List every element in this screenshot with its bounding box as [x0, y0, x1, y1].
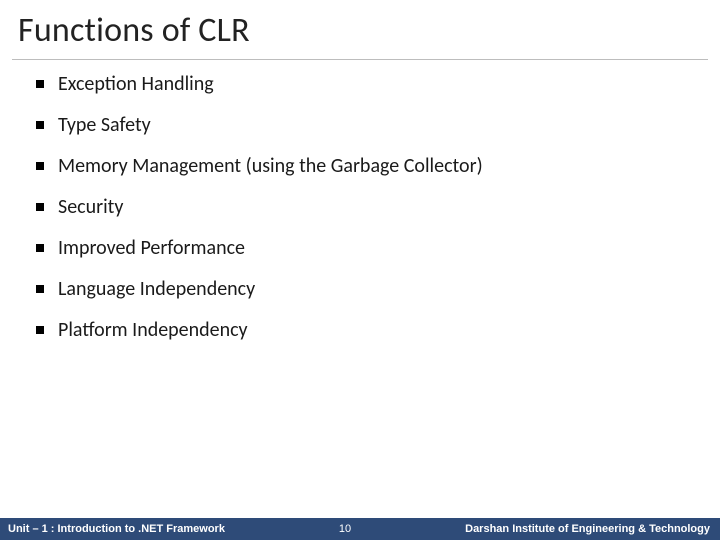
list-item-text: Improved Performance	[58, 236, 245, 261]
list-item: Type Safety	[36, 113, 692, 138]
square-bullet-icon	[36, 285, 44, 293]
list-item: Memory Management (using the Garbage Col…	[36, 154, 692, 179]
list-item: Platform Independency	[36, 318, 692, 343]
list-item: Improved Performance	[36, 236, 692, 261]
square-bullet-icon	[36, 162, 44, 170]
list-item-text: Exception Handling	[58, 72, 214, 97]
page-title: Functions of CLR	[0, 0, 720, 59]
list-item: Exception Handling	[36, 72, 692, 97]
square-bullet-icon	[36, 326, 44, 334]
list-item: Language Independency	[36, 277, 692, 302]
square-bullet-icon	[36, 80, 44, 88]
square-bullet-icon	[36, 203, 44, 211]
slide: Functions of CLR Exception Handling Type…	[0, 0, 720, 540]
square-bullet-icon	[36, 121, 44, 129]
footer-right: Darshan Institute of Engineering & Techn…	[465, 523, 720, 535]
list-item-text: Memory Management (using the Garbage Col…	[58, 154, 483, 179]
footer-page: 10	[225, 523, 465, 535]
list-item-text: Type Safety	[58, 113, 151, 138]
list-item-text: Security	[58, 195, 123, 220]
list-item-text: Platform Independency	[58, 318, 248, 343]
list-item-text: Language Independency	[58, 277, 255, 302]
square-bullet-icon	[36, 244, 44, 252]
footer-left: Unit – 1 : Introduction to .NET Framewor…	[0, 523, 225, 535]
footer-bar: Unit – 1 : Introduction to .NET Framewor…	[0, 518, 720, 540]
list-item: Security	[36, 195, 692, 220]
bullet-list: Exception Handling Type Safety Memory Ma…	[0, 72, 720, 343]
title-divider	[12, 59, 708, 60]
